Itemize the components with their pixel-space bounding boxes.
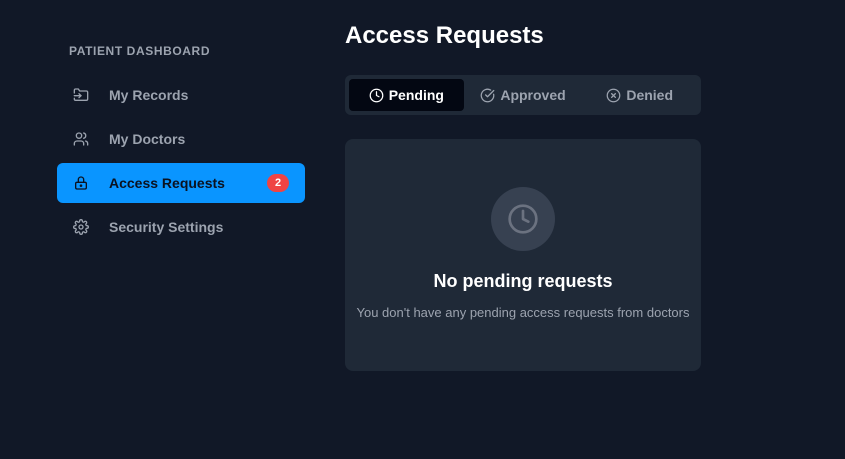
- gear-icon: [73, 219, 89, 235]
- empty-state-card: No pending requests You don't have any p…: [345, 139, 701, 371]
- sidebar-item-access-requests[interactable]: Access Requests 2: [57, 163, 305, 203]
- empty-state-icon-circle: [491, 187, 555, 251]
- tab-pending[interactable]: Pending: [349, 79, 464, 111]
- page-title: Access Requests: [345, 22, 544, 49]
- empty-state-message: You don't have any pending access reques…: [356, 305, 690, 320]
- sidebar-item-my-records[interactable]: My Records: [57, 75, 305, 115]
- tab-label: Pending: [388, 87, 444, 103]
- empty-state-title: No pending requests: [433, 271, 613, 291]
- folder-input-icon: [73, 87, 89, 103]
- request-status-tabs: Pending Approved Denied: [345, 75, 701, 115]
- lock-icon: [73, 175, 89, 191]
- sidebar-item-label: My Records: [109, 87, 189, 103]
- check-circle-icon: [480, 88, 495, 103]
- users-icon: [73, 131, 89, 147]
- sidebar-item-my-doctors[interactable]: My Doctors: [57, 119, 305, 159]
- tab-approved[interactable]: Approved: [466, 79, 581, 111]
- tab-label: Denied: [626, 87, 674, 103]
- sidebar-item-label: Security Settings: [109, 219, 224, 235]
- app-root: PATIENT DASHBOARD My Records My Doctors: [0, 0, 845, 459]
- notification-badge: 2: [267, 174, 289, 192]
- sidebar-heading: PATIENT DASHBOARD: [69, 44, 211, 58]
- clock-icon: [508, 204, 538, 234]
- tab-denied[interactable]: Denied: [582, 79, 697, 111]
- x-circle-icon: [606, 88, 621, 103]
- clock-icon: [369, 88, 384, 103]
- tab-label: Approved: [500, 87, 566, 103]
- sidebar-item-label: Access Requests: [109, 175, 225, 191]
- sidebar-item-label: My Doctors: [109, 131, 186, 147]
- sidebar-item-security-settings[interactable]: Security Settings: [57, 207, 305, 247]
